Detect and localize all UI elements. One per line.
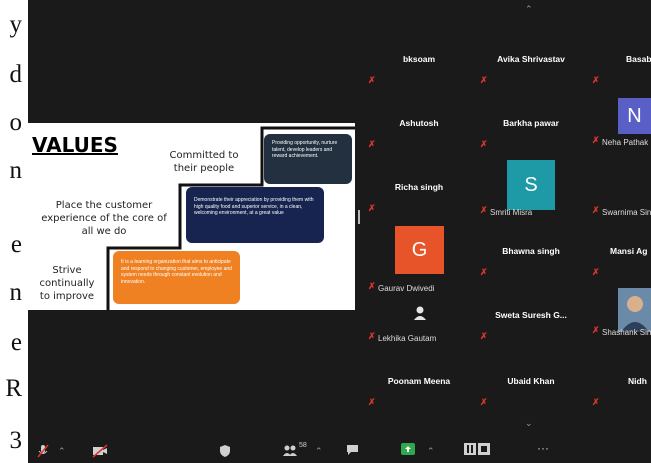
meeting-toolbar: ⌃ 58 ⌃ ⌃ ··· [28, 439, 651, 463]
background-letter: R [5, 375, 22, 402]
share-screen-button[interactable] [401, 443, 415, 458]
participants-button[interactable] [283, 444, 297, 459]
muted-mic-icon: ✗ [592, 75, 600, 85]
chat-icon [347, 445, 358, 455]
muted-mic-icon: ✗ [592, 135, 600, 145]
participant-name: Barkha pawar [503, 118, 559, 128]
share-screen-icon [401, 443, 415, 455]
participant-tile[interactable]: S ✗ Smriti Misra [476, 160, 586, 224]
chat-button[interactable] [346, 444, 359, 459]
muted-mic-icon: ✗ [592, 325, 600, 335]
participant-name: Neha Pathak [602, 138, 649, 147]
box-appreciation: Demonstrate their appreciation by provid… [186, 187, 324, 243]
participant-tile[interactable]: G ✗ Gaurav Dwivedi [364, 224, 474, 293]
background-letter: n [9, 279, 23, 306]
participant-name: Ubaid Khan [507, 376, 555, 386]
pause-stop-icon [464, 443, 490, 455]
background-letter: o [9, 109, 23, 136]
participant-name: Gaurav Dwivedi [378, 284, 435, 293]
customer-experience-text: Place the customer experience of the cor… [41, 200, 167, 237]
muted-mic-icon: ✗ [368, 281, 376, 291]
muted-mic-icon: ✗ [480, 139, 488, 149]
background-letter: y [9, 11, 23, 38]
splitter-handle[interactable] [358, 210, 360, 224]
avatar: G [395, 226, 444, 274]
participant-name: Bhawna singh [502, 246, 560, 256]
participant-name: Nidh [628, 376, 647, 386]
muted-mic-icon: ✗ [368, 331, 376, 341]
participant-tile[interactable]: Nidh ✗ [588, 366, 651, 430]
muted-mic-icon: ✗ [368, 75, 376, 85]
muted-mic-icon: ✗ [368, 203, 376, 213]
participant-name: Mansi Ag [610, 246, 648, 256]
slide-title: VALUES [32, 133, 118, 157]
background-letter: e [10, 231, 22, 258]
box-opportunity: Providing opportunity, nurture talent, d… [264, 134, 352, 184]
avatar-photo [618, 288, 651, 332]
muted-mic-icon: ✗ [480, 75, 488, 85]
participant-name: Avika Shrivastav [497, 54, 565, 64]
participant-tile[interactable]: bksoam ✗ [364, 44, 474, 108]
muted-mic-icon: ✗ [592, 267, 600, 277]
scroll-up-icon[interactable]: ⌃ [525, 4, 533, 15]
participant-tile[interactable]: Sweta Suresh G... ✗ [476, 300, 586, 364]
participant-tile[interactable]: Avika Shrivastav ✗ [476, 44, 586, 108]
participant-name: Lekhika Gautam [378, 334, 437, 343]
video-off-icon [92, 444, 108, 458]
muted-mic-icon: ✗ [592, 205, 600, 215]
participant-name: Smriti Misra [490, 208, 533, 217]
participant-name: Poonam Meena [387, 376, 451, 386]
participant-name: Richa singh [394, 182, 444, 192]
profile-photo-icon [618, 288, 651, 332]
participant-tile[interactable]: N ✗ Neha Pathak [588, 98, 651, 162]
start-video-button[interactable] [92, 444, 108, 461]
participant-name: bksoam [402, 54, 436, 64]
participant-name: Swarnima Sing [602, 208, 651, 217]
meeting-window: ⌃ VALUES Committed to their people Place… [28, 0, 651, 463]
security-button[interactable] [219, 444, 231, 461]
participant-tile[interactable]: Bhawna singh ✗ [476, 236, 586, 300]
participant-name: Basab [626, 54, 651, 64]
strive-text: Strive continually to improve [39, 265, 95, 302]
muted-mic-icon: ✗ [592, 397, 600, 407]
audio-options-chevron-icon[interactable]: ⌃ [58, 446, 66, 457]
participant-name: Ashutosh [399, 118, 439, 128]
participant-name: Shashank Sing [602, 328, 651, 337]
background-letter: n [9, 157, 23, 184]
muted-mic-icon: ✗ [480, 205, 488, 215]
participant-tile[interactable]: ✗ Shashank Sing [588, 288, 651, 352]
more-options-icon[interactable]: ··· [537, 441, 549, 455]
person-icon [414, 306, 426, 320]
participant-name: Sweta Suresh G... [495, 310, 567, 320]
shared-screen-slide: VALUES Committed to their people Place t… [28, 123, 355, 310]
committed-text: Committed to their people [169, 150, 239, 174]
participant-tile[interactable]: Ashutosh ✗ [364, 108, 474, 172]
muted-mic-icon: ✗ [368, 397, 376, 407]
muted-mic-icon: ✗ [480, 397, 488, 407]
participant-tile[interactable]: ✗ Lekhika Gautam [364, 300, 474, 364]
avatar: N [618, 98, 651, 134]
muted-mic-icon: ✗ [480, 267, 488, 277]
participants-options-chevron-icon[interactable]: ⌃ [315, 446, 323, 457]
background-letter: 3 [9, 427, 23, 454]
box-learning: It is a learning organization that aims … [113, 251, 240, 304]
avatar: S [507, 160, 555, 210]
muted-mic-icon: ✗ [480, 331, 488, 341]
shield-icon [220, 445, 230, 457]
participants-icon [283, 445, 297, 456]
background-letter: d [9, 61, 23, 88]
muted-microphone-icon [37, 444, 49, 458]
muted-mic-icon: ✗ [368, 139, 376, 149]
record-button[interactable] [464, 443, 490, 458]
participants-count: 58 [299, 442, 307, 449]
unmute-button[interactable] [36, 444, 50, 461]
participant-tile[interactable]: Poonam Meena ✗ [364, 366, 474, 430]
scroll-down-icon[interactable]: ⌄ [525, 418, 533, 429]
participant-tile[interactable]: ✗ Swarnima Sing [588, 160, 651, 224]
background-document-strip: y d o n e n e R 3 [0, 0, 28, 463]
share-options-chevron-icon[interactable]: ⌃ [427, 446, 435, 457]
background-letter: e [10, 329, 22, 356]
